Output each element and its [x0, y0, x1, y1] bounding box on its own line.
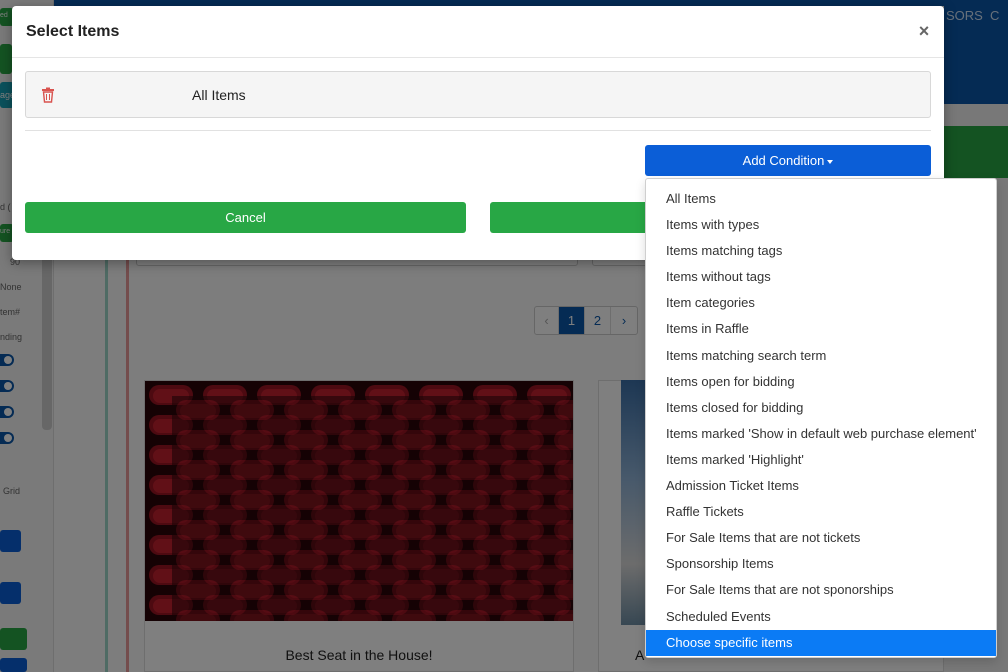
- dropdown-item[interactable]: Sponsorship Items: [646, 551, 996, 577]
- dropdown-item[interactable]: Raffle Tickets: [646, 499, 996, 525]
- dropdown-item[interactable]: For Sale Items that are not sponorships: [646, 577, 996, 603]
- dropdown-item[interactable]: Item categories: [646, 290, 996, 316]
- add-condition-dropdown-menu: All Items Items with types Items matching …: [645, 178, 997, 658]
- dropdown-item[interactable]: Items with types: [646, 212, 996, 238]
- dropdown-item[interactable]: Items without tags: [646, 264, 996, 290]
- condition-row: All Items: [25, 71, 931, 118]
- divider: [25, 130, 931, 131]
- dropdown-item[interactable]: Admission Ticket Items: [646, 473, 996, 499]
- close-icon[interactable]: ×: [916, 21, 932, 41]
- dropdown-item[interactable]: Items marked 'Show in default web purcha…: [646, 421, 996, 447]
- caret-down-icon: [827, 159, 834, 164]
- dropdown-item[interactable]: Items marked 'Highlight': [646, 447, 996, 473]
- condition-label: All Items: [192, 87, 246, 103]
- add-condition-button[interactable]: Add Condition: [645, 145, 931, 176]
- modal-header: Select Items ×: [12, 6, 944, 58]
- trash-icon[interactable]: [41, 87, 55, 103]
- cancel-button[interactable]: Cancel: [25, 202, 466, 233]
- modal-title: Select Items: [26, 23, 120, 40]
- dropdown-item[interactable]: For Sale Items that are not tickets: [646, 525, 996, 551]
- dropdown-item[interactable]: Scheduled Events: [646, 604, 996, 630]
- dropdown-item[interactable]: Items in Raffle: [646, 316, 996, 342]
- dropdown-item[interactable]: All Items: [646, 186, 996, 212]
- dropdown-item[interactable]: Items open for bidding: [646, 369, 996, 395]
- dropdown-item[interactable]: Items matching tags: [646, 238, 996, 264]
- add-condition-label: Add Condition: [742, 153, 825, 168]
- dropdown-item[interactable]: Items closed for bidding: [646, 395, 996, 421]
- dropdown-item[interactable]: Items matching search term: [646, 343, 996, 369]
- dropdown-item[interactable]: Choose specific items: [646, 629, 996, 656]
